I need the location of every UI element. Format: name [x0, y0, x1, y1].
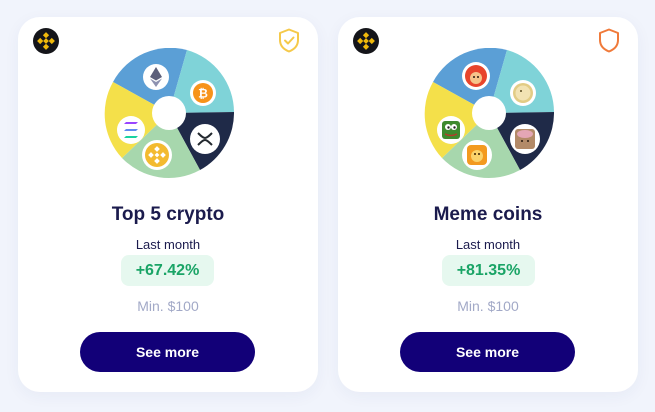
ethereum-icon — [143, 64, 169, 90]
binance-logo-icon — [33, 28, 59, 54]
asset-allocation-wheel — [424, 48, 554, 178]
wheel-center — [472, 96, 506, 130]
see-more-button[interactable]: See more — [80, 332, 255, 372]
minimum-investment: Min. $100 — [457, 298, 519, 314]
see-more-button[interactable]: See more — [400, 332, 575, 372]
card-title: Meme coins — [433, 204, 543, 225]
dogecoin-icon — [510, 80, 536, 106]
bonk-icon — [462, 140, 492, 170]
bitcoin-icon: ₿ — [190, 80, 216, 106]
minimum-investment: Min. $100 — [137, 298, 199, 314]
portfolio-card-top5[interactable]: ₿ Top 5 crypto Last month +67.42% Min. $… — [18, 17, 318, 392]
shiba-icon — [462, 62, 490, 90]
bnb-icon — [142, 140, 172, 170]
performance-badge: +81.35% — [442, 255, 535, 286]
portfolio-card-meme[interactable]: Meme coins Last month +81.35% Min. $100 … — [338, 17, 638, 392]
binance-logo-icon — [353, 28, 379, 54]
shield-check-icon[interactable] — [278, 28, 300, 53]
wheel-center — [152, 96, 186, 130]
period-label: Last month — [135, 237, 201, 252]
solana-icon — [117, 116, 145, 144]
shield-icon[interactable] — [598, 28, 620, 53]
performance-badge: +67.42% — [121, 255, 214, 286]
svg-text:₿: ₿ — [198, 87, 208, 101]
dog-hat-icon — [510, 124, 540, 154]
pepe-icon — [437, 116, 465, 144]
xrp-icon — [190, 124, 220, 154]
period-label: Last month — [455, 237, 521, 252]
card-title: Top 5 crypto — [111, 204, 225, 225]
asset-allocation-wheel: ₿ — [104, 48, 234, 178]
